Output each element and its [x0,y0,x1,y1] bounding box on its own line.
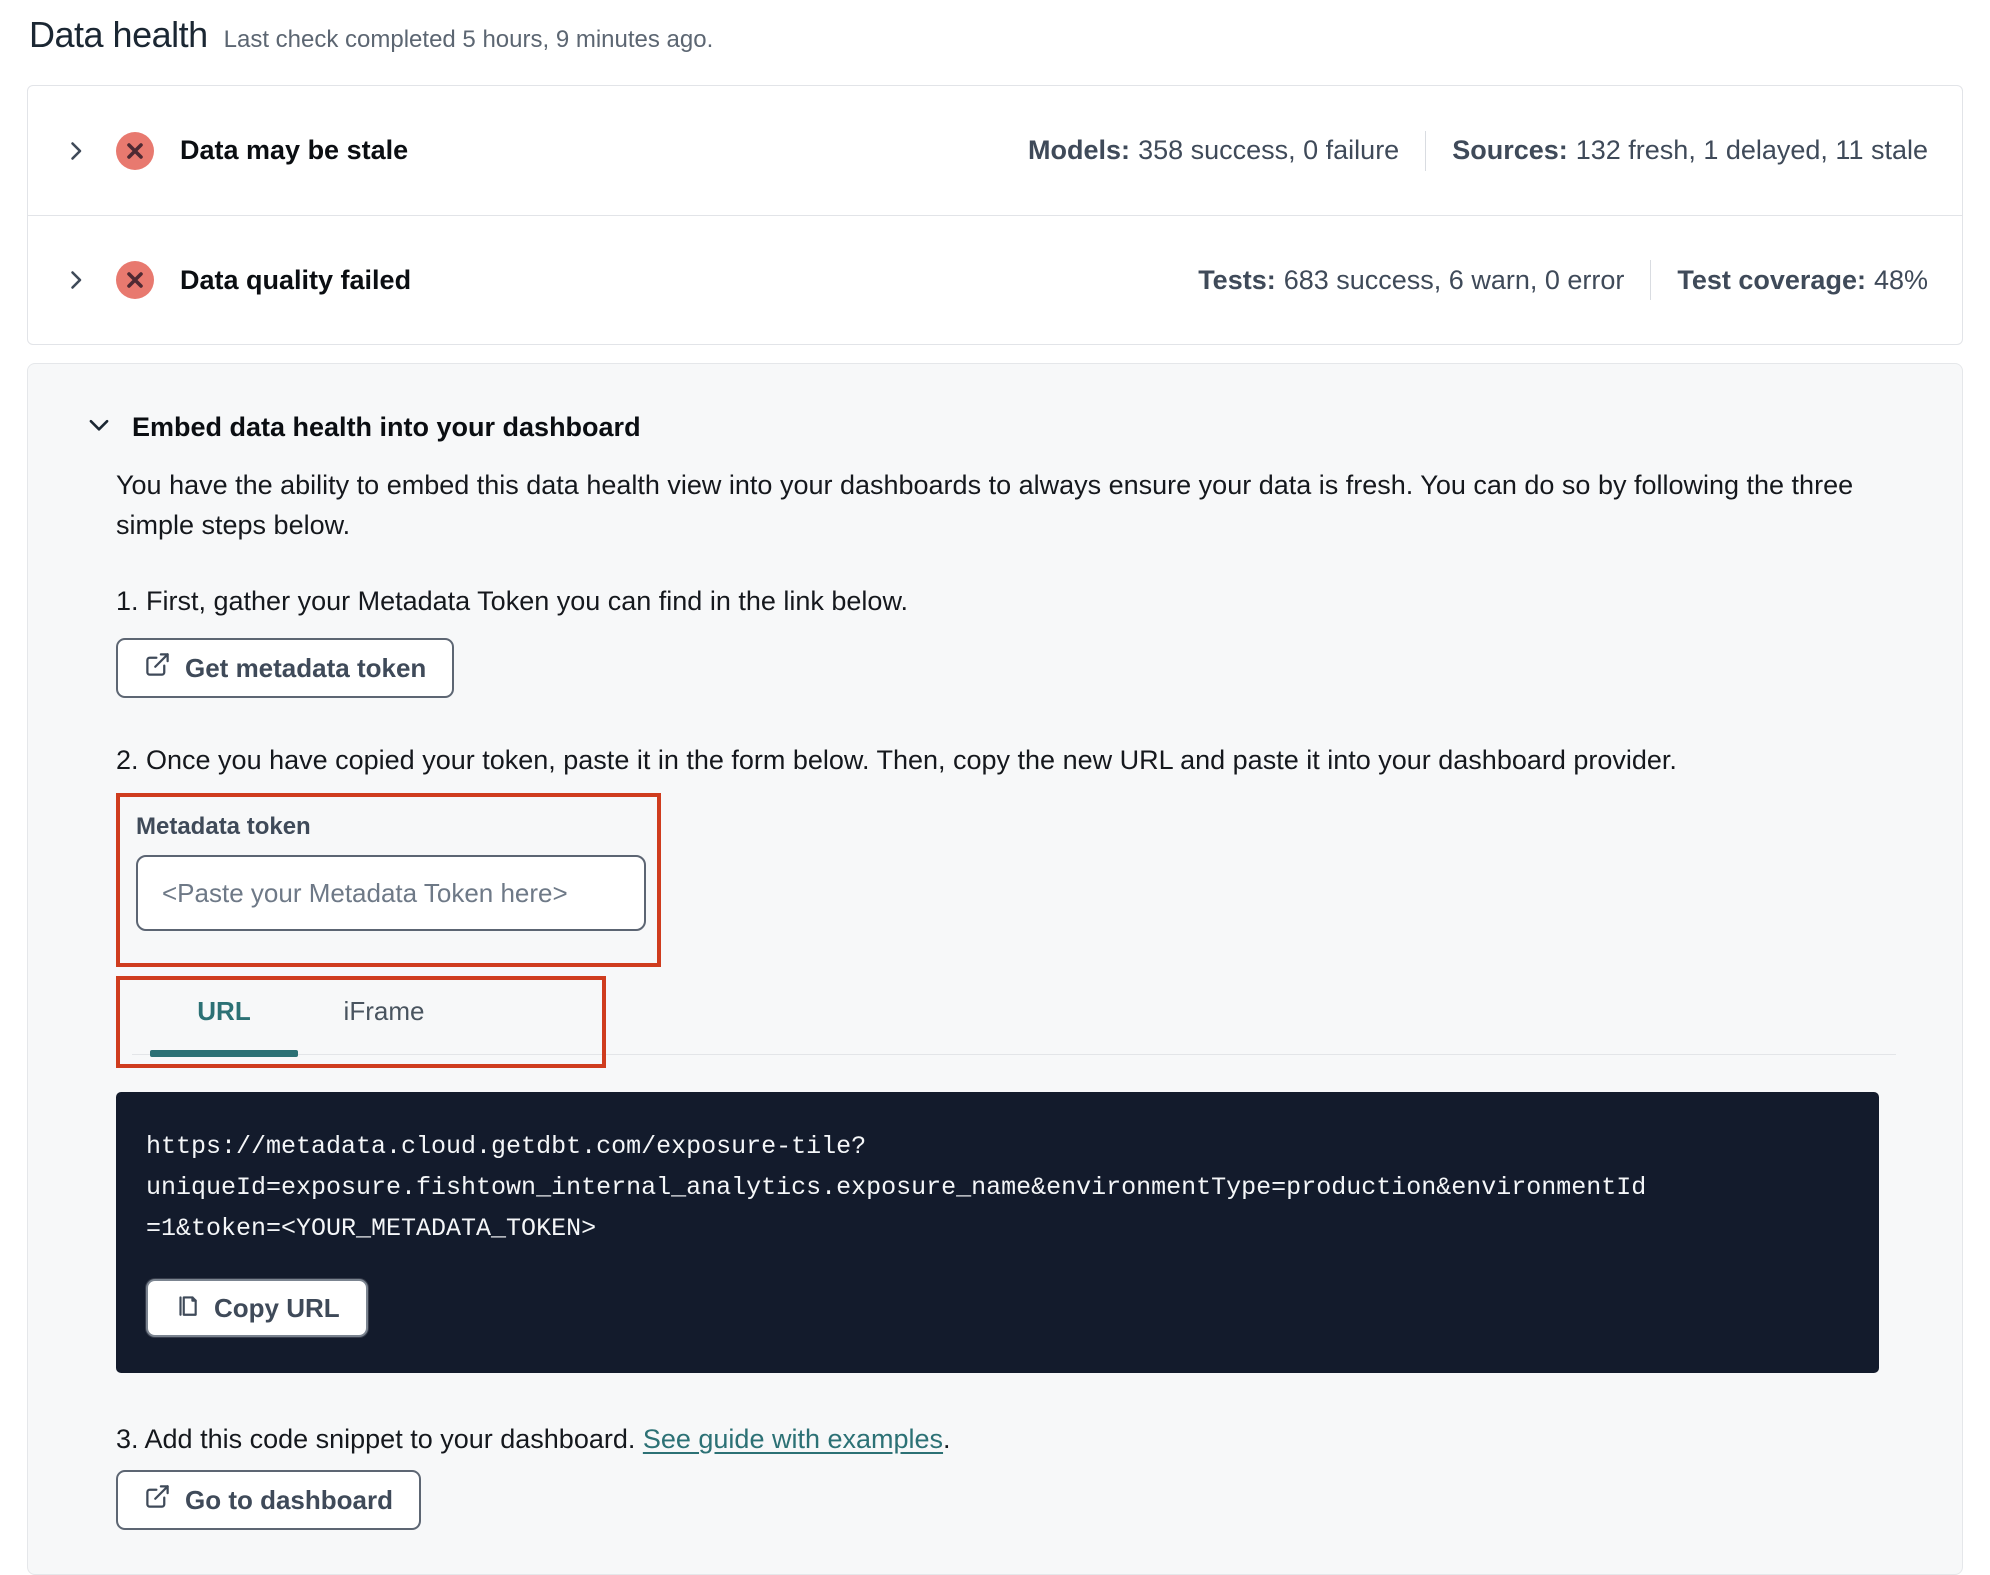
embed-url-code-block: https://metadata.cloud.getdbt.com/exposu… [116,1092,1879,1373]
embed-section-header[interactable]: Embed data health into your dashboard [86,412,1877,443]
tab-iframe-label: iFrame [343,996,425,1026]
chevron-right-icon[interactable] [64,139,90,163]
get-metadata-token-button[interactable]: Get metadata token [116,638,455,698]
external-link-icon [144,1483,171,1517]
chevron-right-icon[interactable] [64,268,90,292]
stat-models: Models: 358 success, 0 failure [1028,135,1399,166]
embed-url-line: uniqueId=exposure.fishtown_internal_anal… [146,1173,1647,1202]
stats-divider [1650,260,1652,300]
embed-url-line: =1&token=<YOUR_METADATA_TOKEN> [146,1214,597,1243]
status-row-stale[interactable]: Data may be stale Models: 358 success, 0 … [28,86,1962,215]
status-row-stats: Models: 358 success, 0 failure Sources: 13… [1028,130,1928,171]
highlight-box-metadata-token: Metadata token [116,793,661,967]
get-metadata-token-label: Get metadata token [185,652,427,683]
step-3-instruction: 3. Add this code snippet to your dashboa… [116,1424,1877,1455]
stat-value: 358 success, 0 failure [1138,135,1400,165]
guide-examples-link[interactable]: See guide with examples [643,1424,943,1454]
external-link-icon [144,651,171,685]
go-to-dashboard-label: Go to dashboard [185,1484,393,1515]
stat-value: 132 fresh, 1 delayed, 11 stale [1575,135,1928,165]
stat-test-coverage: Test coverage: 48% [1677,265,1928,296]
copy-url-button[interactable]: Copy URL [146,1279,368,1337]
stat-value: 683 success, 6 warn, 0 error [1283,264,1625,295]
status-row-quality[interactable]: Data quality failed Tests: 683 success, 6… [28,215,1962,344]
stats-divider [1425,130,1427,171]
stat-tests: Tests: 683 success, 6 warn, 0 error [1198,265,1624,296]
data-health-page: Data health Last check completed 5 hours… [0,0,1990,1575]
status-cards: Data may be stale Models: 358 success, 0 … [27,85,1963,345]
x-circle-icon [116,131,154,170]
embed-section: Embed data health into your dashboard Yo… [27,363,1963,1575]
step-3-period: . [943,1424,951,1454]
go-to-dashboard-button[interactable]: Go to dashboard [116,1470,421,1530]
tab-iframe[interactable]: iFrame [304,980,464,1064]
chevron-down-icon[interactable] [86,412,112,443]
stat-label: Models: [1028,135,1131,165]
embed-url-line: https://metadata.cloud.getdbt.com/exposu… [146,1132,867,1161]
tab-url[interactable]: URL [144,980,304,1064]
highlight-box-tabs: URL iFrame [116,976,606,1068]
last-check-status: Last check completed 5 hours, 9 minutes … [223,26,714,53]
stat-label: Tests: [1198,264,1276,295]
embed-description: You have the ability to embed this data … [116,470,1854,540]
page-title: Data health [29,14,208,55]
metadata-token-label: Metadata token [136,813,311,840]
embed-section-title: Embed data health into your dashboard [132,412,641,442]
step-1-instruction: 1. First, gather your Metadata Token you… [116,586,908,616]
tab-url-label: URL [197,996,251,1026]
copy-icon [174,1292,200,1325]
page-header: Data health Last check completed 5 hours… [27,14,1963,56]
metadata-token-input[interactable] [136,855,646,931]
output-format-tabs: URL iFrame [116,976,1896,1068]
step-3-text: 3. Add this code snippet to your dashboa… [116,1424,643,1454]
stat-value: 48% [1873,264,1928,295]
stat-label: Sources: [1452,135,1568,165]
stat-sources: Sources: 132 fresh, 1 delayed, 11 stale [1452,135,1928,166]
status-row-title: Data quality failed [180,264,412,295]
embed-section-body: You have the ability to embed this data … [116,465,1896,1530]
x-circle-icon [116,261,154,299]
active-tab-indicator [150,1050,298,1057]
status-row-title: Data may be stale [180,135,409,165]
status-row-stats: Tests: 683 success, 6 warn, 0 error Test … [1198,260,1928,300]
step-2-instruction: 2. Once you have copied your token, past… [116,745,1677,775]
stat-label: Test coverage: [1677,264,1866,295]
copy-url-label: Copy URL [214,1292,340,1323]
